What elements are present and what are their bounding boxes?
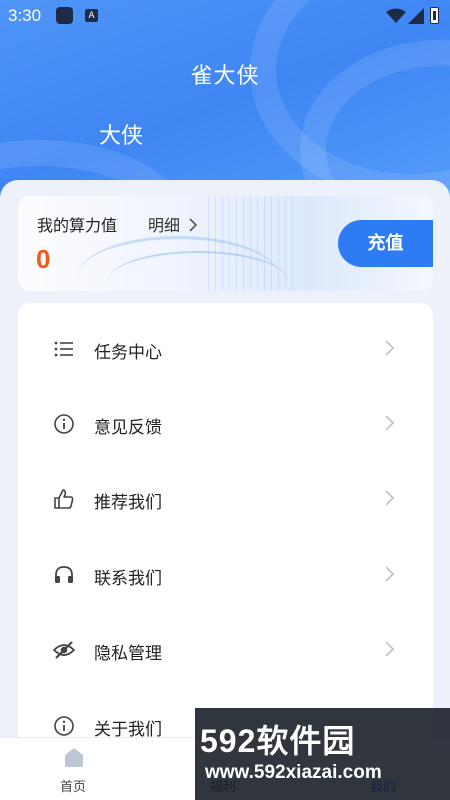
app-title: 雀大侠 [190,64,260,89]
wifi-icon [386,8,406,23]
menu-item-label: 隐私管理 [94,644,162,664]
keyboard-notification-icon: A [85,9,98,22]
menu-item-recommend[interactable]: 推荐我们 [18,468,433,528]
user-name[interactable]: 大侠 [99,118,143,150]
menu-item-label: 联系我们 [94,569,162,589]
info-icon [54,716,74,736]
eye-off-icon [53,641,75,659]
power-value: 0 [36,244,51,274]
detail-link[interactable]: 明细 [148,212,198,236]
detail-link-label: 明细 [148,216,181,235]
chevron-right-icon [189,218,198,232]
menu-item-task-center[interactable]: 任务中心 [18,318,433,378]
battery-icon [430,7,439,24]
chevron-right-icon [385,641,395,657]
menu-item-label: 推荐我们 [94,493,162,513]
chevron-right-icon [385,340,395,356]
chevron-right-icon [385,415,395,431]
thumbs-up-icon [54,489,74,509]
menu-item-label: 意见反馈 [94,418,162,438]
watermark-brand: 592软件园 [200,723,356,759]
menu-item-privacy[interactable]: 隐私管理 [18,619,433,679]
nav-home[interactable]: 首页 [60,776,86,795]
info-icon [54,414,74,434]
headphones-icon [55,566,73,583]
chevron-right-icon [385,490,395,506]
menu-item-label: 任务中心 [94,343,162,363]
home-icon[interactable] [63,746,85,768]
status-bar: 3:30 A [0,0,450,32]
chevron-right-icon [385,566,395,582]
power-label: 我的算力值 [37,216,118,235]
status-time: 3:30 [8,6,42,25]
signal-icon [408,8,424,24]
menu-item-feedback[interactable]: 意见反馈 [18,393,433,453]
list-icon [54,341,73,357]
app-notification-icon [56,7,73,24]
recharge-button[interactable]: 充值 [338,220,433,267]
menu-item-contact[interactable]: 联系我们 [18,544,433,604]
watermark-url: www.592xiazai.com [205,762,382,783]
